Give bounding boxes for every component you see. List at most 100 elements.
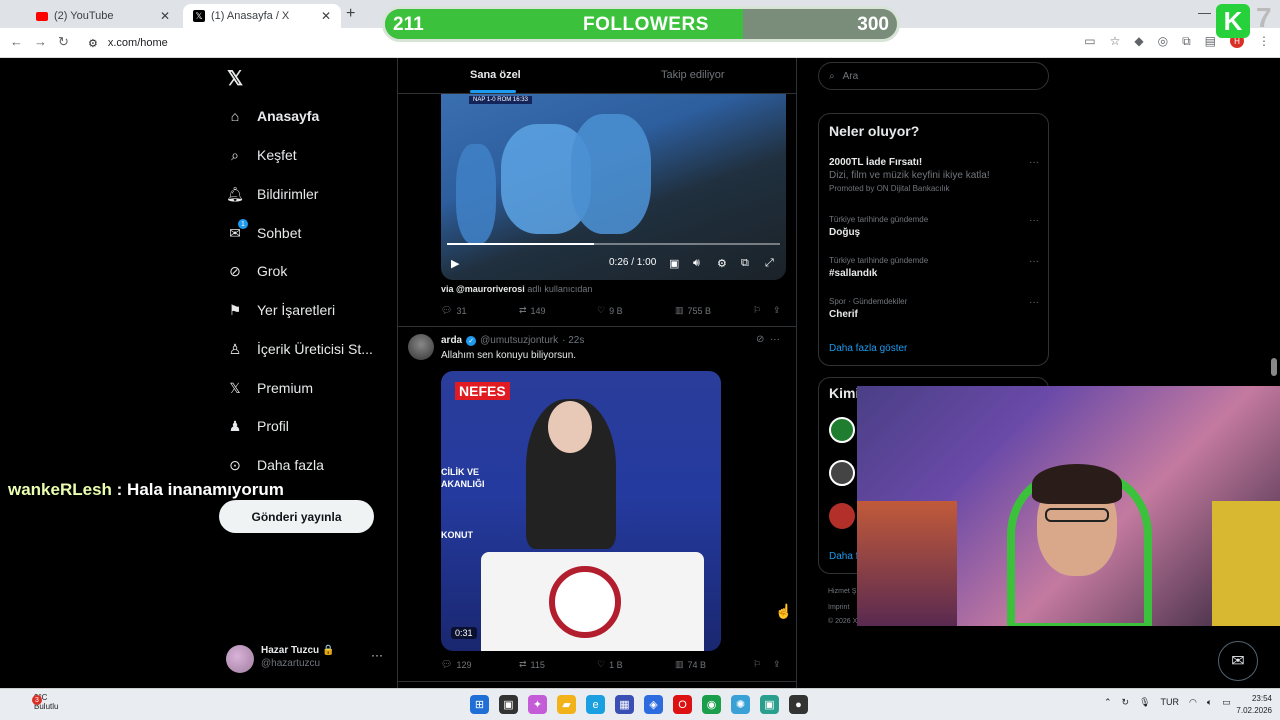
nav-explore[interactable]: ⌕ Keşfet: [227, 143, 297, 167]
store-icon[interactable]: ▦: [615, 695, 634, 714]
opera-icon[interactable]: O: [673, 695, 692, 714]
puzzle-icon[interactable]: ⧉: [1182, 34, 1191, 49]
scrollbar-thumb[interactable]: [1271, 358, 1277, 376]
video-player[interactable]: NAP 1-0 ROM 16:33 ▶ 0:26 / 1:00 ▣ 🔊︎ ⚙ ⧉…: [441, 94, 786, 280]
avatar[interactable]: [829, 460, 855, 486]
share-button[interactable]: ⇪: [773, 305, 781, 316]
app-icon[interactable]: ◈: [644, 695, 663, 714]
like-button[interactable]: ♡ 9 B: [597, 305, 623, 316]
app-icon[interactable]: ▣: [760, 695, 779, 714]
grok-icon[interactable]: ⊘: [756, 334, 764, 345]
avatar[interactable]: [829, 417, 855, 443]
nav-bookmarks[interactable]: ⚑ Yer İşaretleri: [227, 298, 335, 322]
more-options-icon[interactable]: ···: [1029, 297, 1039, 308]
captions-icon[interactable]: ▣: [669, 257, 679, 270]
nav-creator-studio[interactable]: ♙ İçerik Üreticisi St...: [227, 337, 373, 361]
like-button[interactable]: ♡ 1 B: [597, 659, 623, 670]
copilot-icon[interactable]: ✦: [528, 695, 547, 714]
menu-icon[interactable]: ⋮: [1258, 34, 1270, 49]
video-player[interactable]: NEFES CİLİK VE AKANLIĞI KONUT 0:31: [441, 371, 721, 651]
x-logo-icon[interactable]: 𝕏: [227, 66, 243, 91]
post-button[interactable]: Gönderi yayınla: [219, 500, 374, 533]
back-button[interactable]: ←: [10, 34, 23, 49]
close-tab-icon[interactable]: ✕: [160, 9, 170, 23]
share-button[interactable]: ⇪: [773, 659, 781, 670]
wifi-icon[interactable]: ◠: [1189, 697, 1197, 708]
reload-button[interactable]: ↻: [58, 34, 69, 50]
fullscreen-icon[interactable]: ⤢: [765, 257, 774, 270]
nav-notifications[interactable]: 🔔︎ Bildirimler: [226, 182, 318, 206]
trend-item[interactable]: Türkiye tarihinde gündemde #sallandık ··…: [829, 256, 1039, 279]
bookmark-star-icon[interactable]: ☆: [1110, 34, 1121, 49]
nav-profile[interactable]: ♟ Profil: [227, 414, 289, 438]
show-more-link[interactable]: Daha fazla göster: [829, 343, 907, 354]
nav-messages[interactable]: ✉ 1 Sohbet: [227, 219, 301, 245]
footer-link[interactable]: Hizmet Ş: [828, 588, 856, 595]
nav-premium[interactable]: 𝕏 Premium: [227, 376, 313, 400]
footer-link[interactable]: Imprint: [828, 604, 849, 611]
repost-button[interactable]: ⇄ 115: [519, 659, 545, 670]
new-tab-button[interactable]: +: [346, 5, 355, 23]
start-icon[interactable]: ⊞: [470, 695, 489, 714]
avatar[interactable]: [408, 334, 434, 360]
site-info-icon[interactable]: ⚙: [88, 37, 98, 50]
video-progress-bar[interactable]: [447, 243, 780, 245]
avatar[interactable]: [829, 503, 855, 529]
app-icon[interactable]: ✺: [731, 695, 750, 714]
tab-x-home[interactable]: 𝕏 (1) Anasayfa / X ✕: [183, 4, 341, 28]
sync-icon[interactable]: ↻: [1122, 697, 1130, 708]
tab-following[interactable]: Takip ediliyor: [661, 69, 725, 81]
pip-icon[interactable]: ⧉: [741, 257, 749, 270]
more-options-icon[interactable]: ···: [1029, 157, 1039, 168]
more-options-icon[interactable]: ···: [371, 648, 383, 662]
close-tab-icon[interactable]: ✕: [321, 9, 331, 23]
bookmark-button[interactable]: ⚐: [753, 659, 761, 670]
reply-button[interactable]: 💬︎ 129: [441, 659, 471, 670]
views-button[interactable]: ▥ 74 B: [675, 659, 706, 670]
cast-icon[interactable]: ▭: [1084, 34, 1095, 49]
bookmark-icon: ⚑: [228, 301, 242, 318]
system-clock[interactable]: 23:54 7.02.2026: [1232, 693, 1272, 717]
speaker-icon[interactable]: 🔈︎: [1207, 697, 1212, 708]
edge-icon[interactable]: e: [586, 695, 605, 714]
trend-item[interactable]: Spor · Gündemdekiler Cherif ···: [829, 297, 1039, 320]
play-icon[interactable]: ▶: [451, 257, 459, 270]
reply-button[interactable]: 💬︎ 31: [441, 305, 466, 316]
settings-icon[interactable]: ⚙: [717, 257, 727, 270]
messages-drawer-button[interactable]: ✉: [1218, 641, 1258, 681]
tab-youtube[interactable]: (2) YouTube ✕: [26, 4, 180, 28]
more-options-icon[interactable]: ···: [770, 334, 780, 345]
taskview-icon[interactable]: ▣: [499, 695, 518, 714]
promoted-trend[interactable]: 2000TL İade Fırsatı! Dizi, film ve müzik…: [829, 157, 1039, 193]
file-explorer-icon[interactable]: ▰: [557, 695, 576, 714]
trend-item[interactable]: Türkiye tarihinde gündemde Doğuş ···: [829, 215, 1039, 238]
nav-home[interactable]: ⌂ Anasayfa: [227, 104, 320, 128]
show-more-link[interactable]: Daha f: [829, 551, 858, 562]
chevron-up-icon[interactable]: ⌃: [1104, 697, 1112, 708]
nav-grok[interactable]: ⊘ Grok: [227, 259, 287, 283]
repost-button[interactable]: ⇄ 149: [519, 305, 546, 316]
nav-more[interactable]: ⊙ Daha fazla: [227, 453, 324, 477]
forward-button[interactable]: →: [34, 34, 47, 49]
chrome-icon[interactable]: ◉: [702, 695, 721, 714]
account-switcher[interactable]: Hazar Tuzcu 🔒 @hazartuzcu ···: [226, 643, 386, 673]
extension-icon[interactable]: ◆: [1134, 34, 1143, 49]
more-options-icon[interactable]: ···: [1029, 215, 1039, 226]
minimize-button[interactable]: —: [1198, 5, 1211, 20]
mic-icon[interactable]: 🎙︎: [1139, 697, 1150, 708]
tab-for-you[interactable]: Sana özel: [470, 69, 521, 81]
extension-icon[interactable]: ◎: [1158, 34, 1168, 49]
battery-icon[interactable]: ▭: [1222, 697, 1231, 708]
obs-icon[interactable]: ●: [789, 695, 808, 714]
language-indicator[interactable]: TUR: [1161, 697, 1180, 708]
bookmark-button[interactable]: ⚐: [753, 305, 761, 316]
author-name[interactable]: arda: [441, 335, 462, 346]
more-options-icon[interactable]: ···: [1029, 256, 1039, 267]
via-user[interactable]: via @mauroriverosi: [441, 284, 525, 294]
author-handle[interactable]: @umutsuzjonturk: [480, 335, 558, 346]
sidebar-icon[interactable]: ▤: [1205, 34, 1216, 49]
weather-widget[interactable]: 3 9°C Bulutlu: [12, 693, 58, 711]
volume-icon[interactable]: 🔊︎: [693, 257, 700, 270]
views-button[interactable]: ▥ 755 B: [675, 305, 711, 316]
search-input[interactable]: ⌕ Ara: [818, 62, 1049, 90]
